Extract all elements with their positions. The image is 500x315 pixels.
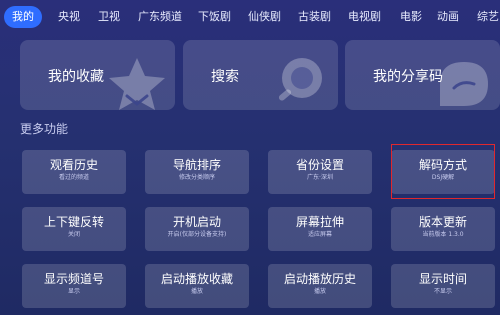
card-title: 显示时间 <box>418 272 467 286</box>
function-card-version-update[interactable]: 版本更新 当前版本 1.3.0 <box>391 207 495 251</box>
card-title: 启动播放收藏 <box>160 272 233 286</box>
card-title: 启动播放历史 <box>283 272 356 286</box>
card-title: 解码方式 <box>418 158 467 172</box>
function-card-startup-play-history[interactable]: 启动播放历史 播放 <box>268 264 372 308</box>
share-icon <box>440 62 488 106</box>
function-card-screen-stretch[interactable]: 屏幕拉伸 适应屏幕 <box>268 207 372 251</box>
tab-tv-series[interactable]: 电视剧 <box>348 7 381 27</box>
function-card-show-time[interactable]: 显示时间 不显示 <box>391 264 495 308</box>
tab-guzhuang[interactable]: 古装剧 <box>298 7 331 27</box>
top-nav: 我的 央视 卫视 广东频道 下饭剧 仙侠剧 古装剧 电视剧 电影 动画 综艺 <box>0 0 500 32</box>
card-title: 显示频道号 <box>43 272 104 286</box>
card-subtitle: 关闭 <box>67 231 80 238</box>
tab-xianxia[interactable]: 仙侠剧 <box>248 7 281 27</box>
share-code-card[interactable]: 我的分享码 <box>345 40 500 110</box>
section-title: 更多功能 <box>20 122 69 136</box>
search-card[interactable]: 搜索 <box>183 40 338 110</box>
card-subtitle: 不显示 <box>433 288 452 295</box>
card-subtitle: 播放 <box>313 288 326 295</box>
card-title: 上下键反转 <box>43 215 104 229</box>
card-subtitle: 广东·深圳 <box>307 174 333 181</box>
card-subtitle: 看过的频道 <box>58 174 89 181</box>
card-title: 导航排序 <box>172 158 221 172</box>
function-card-startup-play-favorites[interactable]: 启动播放收藏 播放 <box>145 264 249 308</box>
tab-xiafan[interactable]: 下饭剧 <box>198 7 231 27</box>
search-icon <box>278 58 322 101</box>
function-card-show-channel-number[interactable]: 显示频道号 显示 <box>22 264 126 308</box>
tab-movie[interactable]: 电影 <box>400 7 422 27</box>
favorites-card[interactable]: 我的收藏 <box>20 40 175 110</box>
function-card-key-reverse[interactable]: 上下键反转 关闭 <box>22 207 126 251</box>
tab-guangdong[interactable]: 广东频道 <box>138 7 182 27</box>
card-subtitle: 显示 <box>67 288 80 295</box>
card-title: 版本更新 <box>418 215 467 229</box>
function-card-nav-sort[interactable]: 导航排序 修改分类顺序 <box>145 150 249 194</box>
card-subtitle: 开启(仅部分设备支持) <box>167 231 227 238</box>
tab-satellite[interactable]: 卫视 <box>98 7 120 27</box>
star-icon <box>109 58 165 110</box>
card-subtitle: 播放 <box>190 288 203 295</box>
card-subtitle: 当前版本 1.3.0 <box>422 231 464 238</box>
search-label: 搜索 <box>211 69 239 85</box>
card-title: 省份设置 <box>295 158 344 172</box>
tab-animation[interactable]: 动画 <box>437 7 459 27</box>
card-title: 屏幕拉伸 <box>295 215 344 229</box>
function-card-autostart[interactable]: 开机启动 开启(仅部分设备支持) <box>145 207 249 251</box>
function-card-decoder[interactable]: 解码方式 DSJ硬解 <box>391 150 495 194</box>
tab-cctv[interactable]: 央视 <box>58 7 80 27</box>
card-subtitle: 修改分类顺序 <box>178 174 215 181</box>
function-card-province[interactable]: 省份设置 广东·深圳 <box>268 150 372 194</box>
card-title: 观看历史 <box>49 158 98 172</box>
card-subtitle: DSJ硬解 <box>431 174 455 181</box>
tab-mine[interactable]: 我的 <box>4 6 42 28</box>
tab-variety[interactable]: 综艺 <box>477 7 499 27</box>
function-card-watch-history[interactable]: 观看历史 看过的频道 <box>22 150 126 194</box>
favorites-label: 我的收藏 <box>48 69 104 85</box>
card-subtitle: 适应屏幕 <box>307 231 332 238</box>
card-title: 开机启动 <box>172 215 221 229</box>
